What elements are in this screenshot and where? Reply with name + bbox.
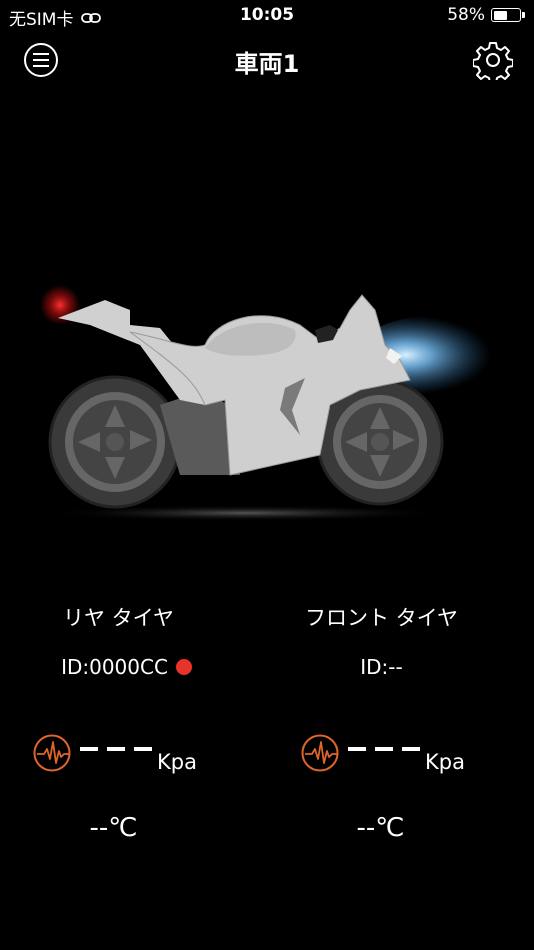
- rear-tire-id-row: ID:0000CC: [0, 655, 260, 679]
- rear-pressure-row: Kpa: [32, 733, 212, 777]
- rear-pressure-value: [80, 747, 152, 751]
- rear-tire-label: リヤ タイヤ: [62, 606, 175, 630]
- rear-tire-signal-dot: [175, 659, 192, 675]
- pulse-icon: [33, 734, 71, 772]
- rear-temperature: --℃: [89, 813, 138, 843]
- front-temperature: --℃: [356, 813, 405, 843]
- battery-percent: 58%: [447, 5, 485, 25]
- front-tire-id: ID:--: [360, 655, 403, 679]
- status-bar: 无SIM卡 10:05 58%: [0, 0, 534, 30]
- battery-tip: [522, 12, 525, 18]
- rear-wheel: [48, 375, 182, 509]
- nav-bar: 車両1: [0, 30, 534, 90]
- front-pressure-row: Kpa: [300, 733, 480, 777]
- pulse-icon: [301, 734, 339, 772]
- page-title: 車両1: [234, 50, 300, 78]
- rear-pressure-unit: Kpa: [157, 750, 197, 774]
- front-pressure-unit: Kpa: [425, 750, 465, 774]
- battery-icon: [491, 8, 521, 22]
- front-tire-label: フロント タイヤ: [304, 606, 459, 630]
- motorcycle-illustration: [40, 285, 510, 521]
- front-pressure-value: [348, 747, 420, 751]
- gear-icon[interactable]: [473, 40, 513, 80]
- rear-tire-id: ID:0000CC: [61, 655, 168, 679]
